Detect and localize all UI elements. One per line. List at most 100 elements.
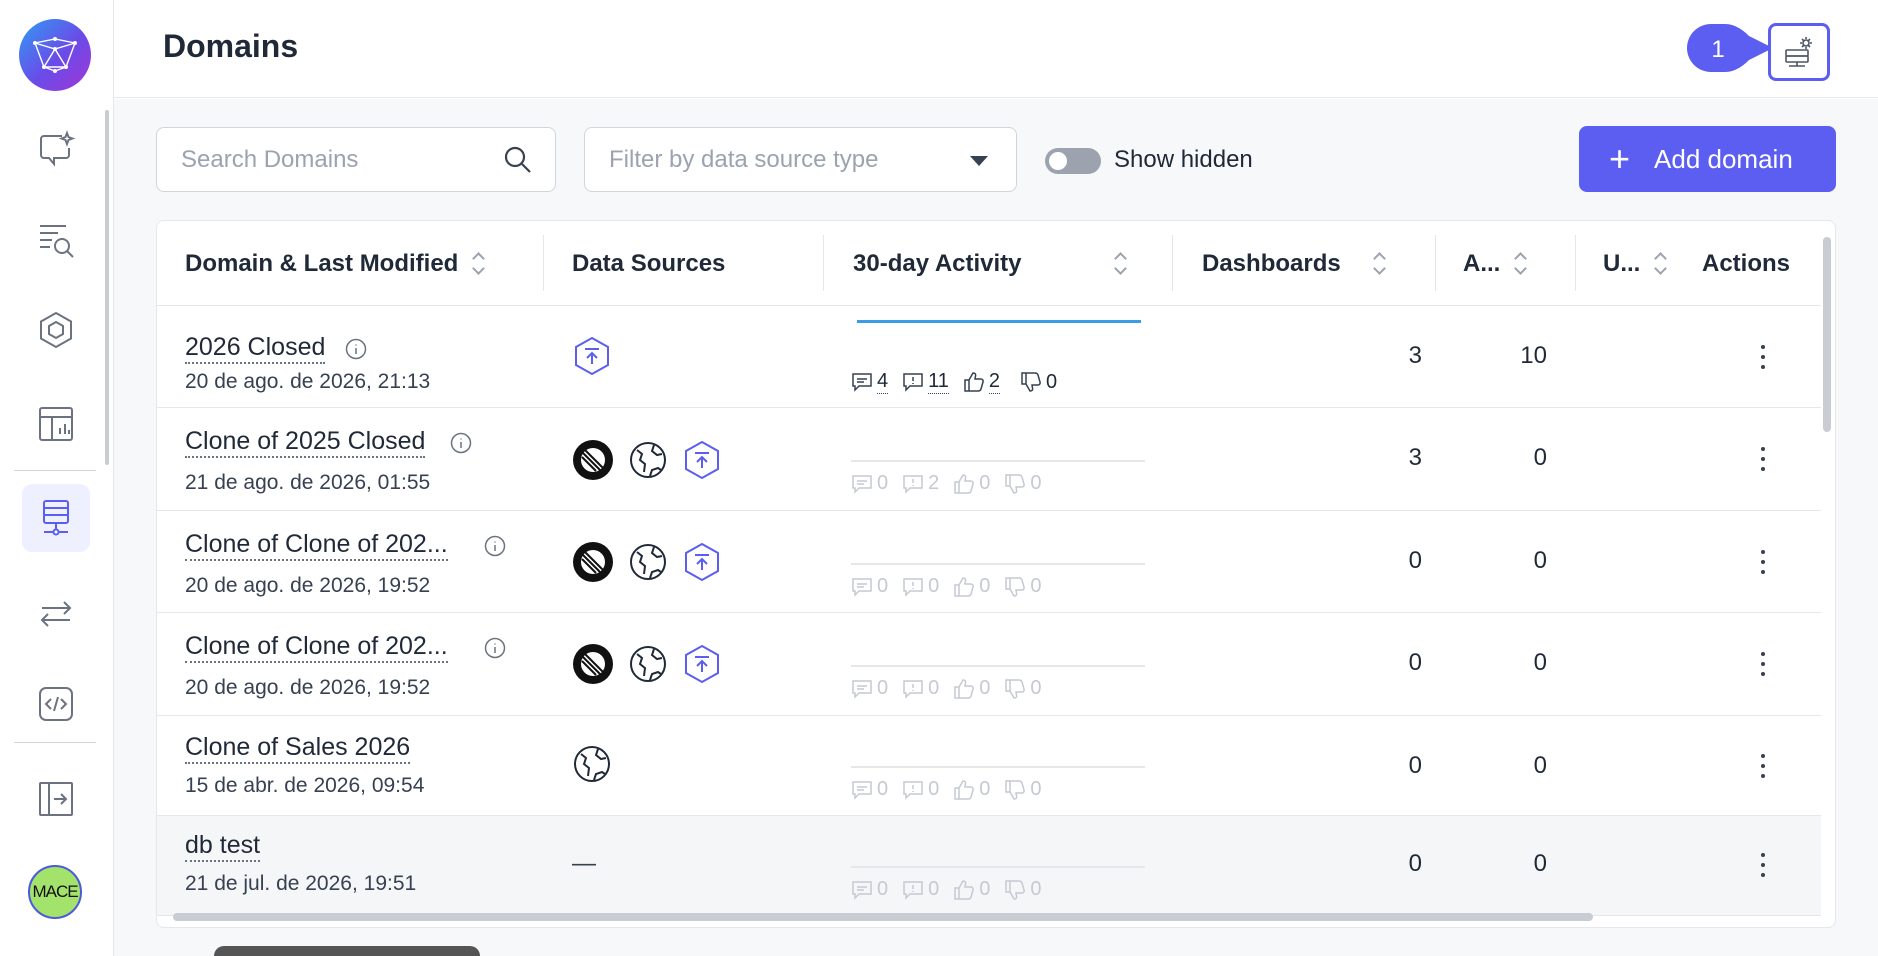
nav-models[interactable] xyxy=(22,296,90,364)
row-actions-menu[interactable] xyxy=(1760,652,1766,676)
comments-stat[interactable]: 0 xyxy=(851,575,888,598)
dashboards-count: 0 xyxy=(1408,547,1422,574)
dislikes-stat[interactable]: 0 xyxy=(1004,677,1042,700)
sort-icon[interactable] xyxy=(472,252,486,276)
likes-stat[interactable]: 0 xyxy=(953,472,990,495)
likes-count: 0 xyxy=(979,778,991,800)
nav-transfer[interactable] xyxy=(22,580,90,648)
domain-name-link[interactable]: db test xyxy=(185,831,261,862)
likes-stat[interactable]: 2 xyxy=(963,370,1001,394)
likes-stat[interactable]: 0 xyxy=(953,878,990,901)
search-icon[interactable] xyxy=(503,145,533,175)
comments-stat[interactable]: 0 xyxy=(851,778,888,801)
info-icon[interactable] xyxy=(345,338,367,360)
domain-name-link[interactable]: Clone of Clone of 202... xyxy=(185,632,448,663)
domain-name-link[interactable]: 2026 Closed xyxy=(185,333,326,364)
likes-stat[interactable]: 0 xyxy=(953,778,990,801)
dislikes-stat[interactable]: 0 xyxy=(1004,778,1042,801)
add-domain-button[interactable]: + Add domain xyxy=(1579,126,1836,192)
table-row[interactable]: Clone of Sales 2026 15 de abr. de 2026, … xyxy=(157,716,1821,816)
bottom-toast-edge xyxy=(214,946,480,956)
col-u[interactable]: U... xyxy=(1603,221,1668,306)
dislikes-stat[interactable]: 0 xyxy=(1004,472,1042,495)
table-row[interactable]: Clone of Clone of 202... 20 de ago. de 2… xyxy=(157,511,1821,613)
col-divider[interactable] xyxy=(1172,235,1173,291)
row-actions-menu[interactable] xyxy=(1760,550,1766,574)
dislikes-stat[interactable]: 0 xyxy=(1004,575,1042,598)
source-type-filter[interactable]: Filter by data source type xyxy=(584,127,1017,192)
row-actions-menu[interactable] xyxy=(1760,853,1766,877)
table-row[interactable]: db test 21 de jul. de 2026, 19:51 — 0 0 … xyxy=(157,816,1821,916)
thumbs-up-icon xyxy=(964,372,984,392)
col-a[interactable]: A... xyxy=(1463,221,1528,306)
info-icon[interactable] xyxy=(450,432,472,454)
likes-count: 0 xyxy=(979,575,991,597)
row-actions-menu[interactable] xyxy=(1760,345,1766,369)
questions-stat[interactable]: 0 xyxy=(902,778,939,801)
activity-stats: 0 2 0 0 xyxy=(851,472,1042,495)
comment-icon xyxy=(852,780,872,800)
a-count: 0 xyxy=(1533,547,1547,574)
comments-stat[interactable]: 0 xyxy=(851,878,888,901)
code-icon xyxy=(39,687,73,721)
table-row[interactable]: 2026 Closed 20 de ago. de 2026, 21:13 4 … xyxy=(157,306,1821,408)
col-activity[interactable]: 30-day Activity xyxy=(853,221,1128,306)
row-actions-menu[interactable] xyxy=(1760,447,1766,471)
user-avatar[interactable]: MACE xyxy=(28,865,82,919)
nav-dashboards[interactable] xyxy=(22,390,90,458)
dislikes-stat[interactable]: 0 xyxy=(1020,370,1057,394)
domain-name-link[interactable]: Clone of 2025 Closed xyxy=(185,427,426,458)
table-vertical-scrollbar[interactable] xyxy=(1823,237,1831,432)
nav-divider xyxy=(14,742,96,743)
no-data-sources: — xyxy=(572,850,596,877)
nav-chat[interactable] xyxy=(22,116,90,184)
nav-search-list[interactable] xyxy=(22,206,90,274)
table-row[interactable]: Clone of 2025 Closed 21 de ago. de 2026,… xyxy=(157,408,1821,511)
col-dashboards[interactable]: Dashboards xyxy=(1202,221,1387,306)
data-source-icons xyxy=(572,336,612,376)
nav-expand[interactable] xyxy=(22,765,90,833)
domain-settings-button[interactable] xyxy=(1768,23,1830,81)
table-row[interactable]: Clone of Clone of 202... 20 de ago. de 2… xyxy=(157,613,1821,716)
sort-icon[interactable] xyxy=(1373,252,1387,276)
col-divider[interactable] xyxy=(1435,235,1436,291)
info-icon[interactable] xyxy=(484,535,506,557)
questions-stat[interactable]: 0 xyxy=(902,575,939,598)
comments-stat[interactable]: 0 xyxy=(851,472,888,495)
likes-stat[interactable]: 0 xyxy=(953,677,990,700)
sidebar-scrollbar[interactable] xyxy=(105,110,109,465)
questions-stat[interactable]: 0 xyxy=(902,677,939,700)
thumbs-up-icon xyxy=(954,473,975,494)
comments-count: 0 xyxy=(877,677,889,699)
comment-icon xyxy=(852,880,872,900)
snowflake-source-icon xyxy=(573,644,613,684)
info-icon[interactable] xyxy=(484,637,506,659)
sort-icon[interactable] xyxy=(1114,252,1128,276)
questions-stat[interactable]: 0 xyxy=(902,878,939,901)
domain-name-link[interactable]: Clone of Sales 2026 xyxy=(185,733,411,764)
search-input[interactable] xyxy=(181,145,481,174)
comments-stat[interactable]: 0 xyxy=(851,677,888,700)
col-divider[interactable] xyxy=(543,235,544,291)
dislikes-stat[interactable]: 0 xyxy=(1004,878,1042,901)
col-divider[interactable] xyxy=(823,235,824,291)
likes-stat[interactable]: 0 xyxy=(953,575,990,598)
domain-name-link[interactable]: Clone of Clone of 202... xyxy=(185,530,448,561)
question-icon xyxy=(903,679,923,699)
sort-icon[interactable] xyxy=(1514,252,1528,276)
show-hidden-toggle[interactable] xyxy=(1045,148,1101,174)
nav-divider xyxy=(14,470,96,471)
col-divider[interactable] xyxy=(1575,235,1576,291)
comments-stat[interactable]: 4 xyxy=(851,370,889,394)
row-actions-menu[interactable] xyxy=(1760,754,1766,778)
questions-stat[interactable]: 2 xyxy=(902,472,939,495)
app-logo[interactable] xyxy=(19,19,91,91)
col-sources[interactable]: Data Sources xyxy=(572,221,725,306)
questions-count: 0 xyxy=(928,677,940,699)
questions-stat[interactable]: 11 xyxy=(902,370,949,394)
nav-domains[interactable] xyxy=(22,484,90,552)
col-domain[interactable]: Domain & Last Modified xyxy=(185,221,486,306)
table-horizontal-scrollbar[interactable] xyxy=(173,913,1593,921)
nav-code[interactable] xyxy=(22,670,90,738)
sort-icon[interactable] xyxy=(1654,252,1668,276)
